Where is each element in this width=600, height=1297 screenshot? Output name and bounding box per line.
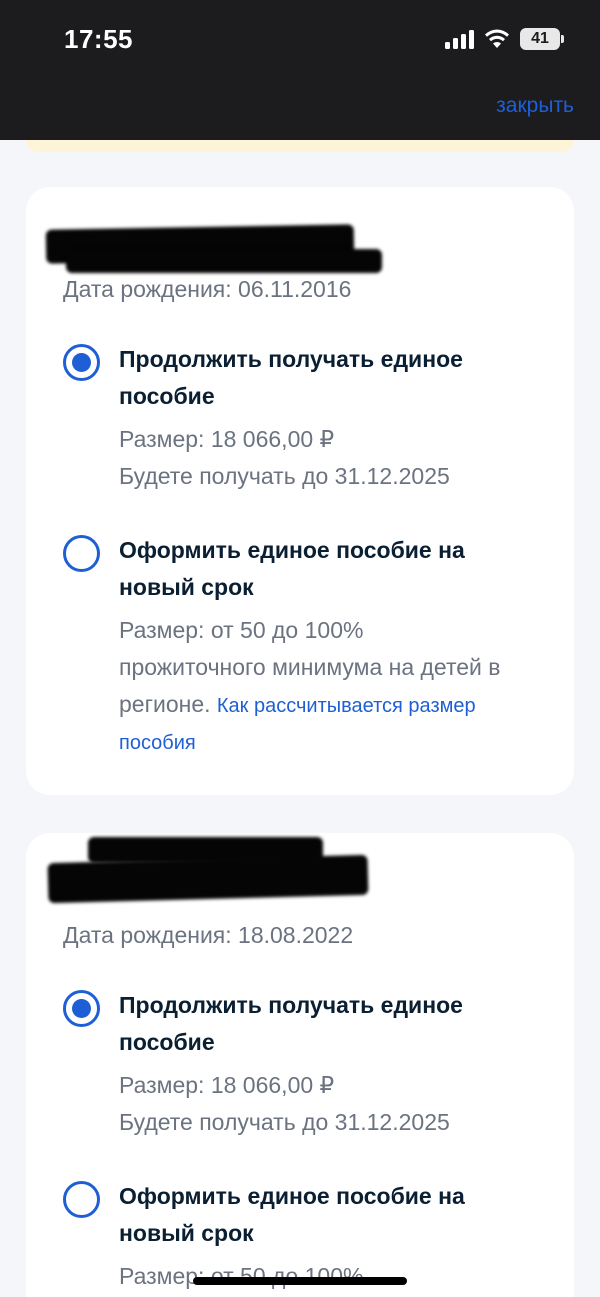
- option-link-line: пособия: [119, 723, 559, 762]
- redacted-name: [66, 249, 382, 273]
- option-title: Продолжить получать единое пособие: [119, 992, 463, 1055]
- birth-date: Дата рождения: 06.11.2016: [63, 276, 352, 302]
- radio-selected[interactable]: [63, 344, 100, 381]
- calc-info-link[interactable]: пособия: [119, 732, 196, 754]
- option-new-benefit[interactable]: Оформить единое пособие на новый срок Ра…: [63, 532, 543, 762]
- option-title: Продолжить получать единое пособие: [119, 346, 463, 409]
- option-until: Будете получать до 31.12.2025: [119, 463, 450, 489]
- battery-icon: 41: [520, 28, 564, 50]
- option-continue-benefit[interactable]: Продолжить получать единое пособие Разме…: [63, 987, 543, 1137]
- child-card-2: Дата рождения: 18.08.2022 Продолжить пол…: [26, 833, 574, 1297]
- option-size: Размер: 18 066,00 ₽: [119, 426, 335, 452]
- top-bar: 17:55 41 закрыть: [0, 0, 600, 140]
- status-icons: 41: [445, 28, 564, 50]
- option-size-detail: регионе. Как рассчитывается размер: [119, 691, 476, 717]
- option-size: Размер: 18 066,00 ₽: [119, 1072, 335, 1098]
- option-continue-benefit[interactable]: Продолжить получать единое пособие Разме…: [63, 341, 543, 491]
- home-indicator: [193, 1277, 407, 1285]
- radio-unselected[interactable]: [63, 1181, 100, 1218]
- option-title: Оформить единое пособие на новый срок: [119, 1183, 465, 1246]
- notice-banner-edge: [26, 140, 574, 152]
- redacted-name: [47, 854, 369, 904]
- wifi-icon: [484, 29, 510, 49]
- birth-date: Дата рождения: 18.08.2022: [63, 922, 354, 948]
- option-until: Будете получать до 31.12.2025: [119, 1109, 450, 1135]
- option-title: Оформить единое пособие на новый срок: [119, 537, 465, 600]
- status-time: 17:55: [64, 24, 133, 54]
- radio-unselected[interactable]: [63, 535, 100, 572]
- option-size-detail: прожиточного минимума на детей в: [119, 654, 501, 680]
- signal-icon: [445, 29, 474, 49]
- child-card-1: Дата рождения: 06.11.2016 Продолжить пол…: [26, 187, 574, 795]
- close-button[interactable]: закрыть: [496, 94, 574, 118]
- calc-info-link[interactable]: Как рассчитывается размер: [217, 695, 476, 717]
- option-size: Размер: от 50 до 100%: [119, 617, 364, 643]
- radio-selected[interactable]: [63, 990, 100, 1027]
